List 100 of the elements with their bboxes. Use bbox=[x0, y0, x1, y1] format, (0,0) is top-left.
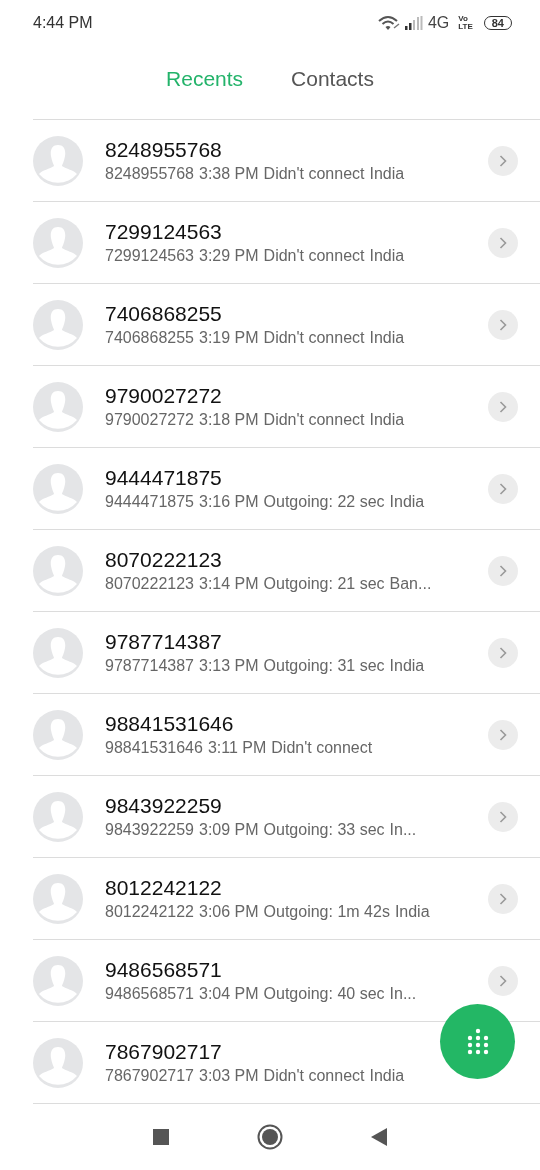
contact-name: 8012242122 bbox=[105, 876, 223, 900]
call-status: Outgoing: 40 sec bbox=[263, 985, 385, 1003]
contact-name: 9843922259 bbox=[105, 794, 223, 818]
call-status: Outgoing: 21 sec bbox=[263, 575, 385, 593]
details-button[interactable] bbox=[488, 309, 518, 340]
chevron-icon bbox=[499, 892, 507, 905]
details-button[interactable] bbox=[488, 555, 518, 586]
call-time: 3:13 PM bbox=[199, 657, 259, 675]
contact-name: 9486568571 bbox=[105, 958, 223, 982]
details-button[interactable] bbox=[488, 145, 518, 176]
contact-name: 9790027272 bbox=[105, 384, 223, 408]
call-number: 8012242122 bbox=[105, 903, 194, 921]
call-location: India bbox=[369, 411, 405, 429]
avatar-icon bbox=[33, 217, 83, 268]
chevron-icon bbox=[499, 810, 507, 823]
call-time: 3:16 PM bbox=[199, 493, 259, 511]
call-number: 98841531646 bbox=[105, 739, 203, 757]
details-button[interactable] bbox=[488, 391, 518, 422]
avatar-icon bbox=[33, 709, 83, 760]
call-number: 9486568571 bbox=[105, 985, 194, 1003]
call-time: 3:06 PM bbox=[199, 903, 259, 921]
avatar-icon bbox=[33, 627, 83, 678]
call-location: India bbox=[369, 165, 405, 183]
call-status: Outgoing: 22 sec bbox=[263, 493, 385, 511]
avatar-icon bbox=[33, 299, 83, 350]
call-time: 3:03 PM bbox=[199, 1067, 259, 1085]
call-location: India bbox=[394, 903, 430, 921]
status-time: 4:44 PM bbox=[33, 14, 93, 32]
call-location: India bbox=[369, 329, 405, 347]
contact-name: 7299124563 bbox=[105, 220, 223, 244]
avatar-icon bbox=[33, 873, 83, 924]
contact-name: 9787714387 bbox=[105, 630, 223, 654]
chevron-icon bbox=[499, 482, 507, 495]
avatar-icon bbox=[33, 545, 83, 596]
back-nav-icon[interactable] bbox=[370, 1127, 388, 1147]
avatar-icon bbox=[33, 791, 83, 842]
call-time: 3:11 PM bbox=[207, 739, 267, 757]
call-time: 3:09 PM bbox=[199, 821, 259, 839]
chevron-icon bbox=[499, 400, 507, 413]
call-time: 3:29 PM bbox=[199, 247, 259, 265]
chevron-icon bbox=[499, 728, 507, 741]
call-location: India bbox=[369, 247, 405, 265]
contact-name: 7867902717 bbox=[105, 1040, 223, 1064]
call-status: Didn't connect bbox=[263, 247, 365, 265]
details-button[interactable] bbox=[488, 883, 518, 914]
call-status: Didn't connect bbox=[263, 1067, 365, 1085]
details-button[interactable] bbox=[488, 227, 518, 258]
call-time: 3:04 PM bbox=[199, 985, 259, 1003]
chevron-icon bbox=[499, 564, 507, 577]
chevron-icon bbox=[499, 154, 507, 167]
contact-name: 98841531646 bbox=[105, 712, 235, 736]
call-location: Ban... bbox=[389, 575, 432, 593]
call-time: 3:14 PM bbox=[199, 575, 259, 593]
volte-indicator: Vo LTE bbox=[458, 15, 473, 31]
call-number: 7299124563 bbox=[105, 247, 194, 265]
call-status: Outgoing: 1m 42s bbox=[263, 903, 390, 921]
call-number: 8248955768 bbox=[105, 165, 194, 183]
details-button[interactable] bbox=[488, 801, 518, 832]
call-number: 9444471875 bbox=[105, 493, 194, 511]
avatar-icon bbox=[33, 135, 83, 186]
call-status: Didn't connect bbox=[263, 165, 365, 183]
call-location: India bbox=[369, 1067, 405, 1085]
details-button[interactable] bbox=[488, 719, 518, 750]
recents-nav-icon[interactable] bbox=[152, 1128, 170, 1146]
call-number: 8070222123 bbox=[105, 575, 194, 593]
call-location: In... bbox=[389, 985, 417, 1003]
call-number: 9790027272 bbox=[105, 411, 194, 429]
call-location: India bbox=[389, 493, 425, 511]
details-button[interactable] bbox=[488, 473, 518, 504]
call-status: Didn't connect bbox=[263, 411, 365, 429]
call-location: In... bbox=[389, 821, 417, 839]
contact-name: 9444471875 bbox=[105, 466, 223, 490]
avatar-icon bbox=[33, 955, 83, 1006]
call-time: 3:38 PM bbox=[199, 165, 259, 183]
contact-name: 8070222123 bbox=[105, 548, 223, 572]
wifi-icon bbox=[377, 15, 400, 31]
call-number: 9787714387 bbox=[105, 657, 194, 675]
call-time: 3:19 PM bbox=[199, 329, 259, 347]
avatar-icon bbox=[33, 381, 83, 432]
home-nav-icon[interactable] bbox=[257, 1124, 283, 1150]
call-number: 7867902717 bbox=[105, 1067, 194, 1085]
call-location: India bbox=[389, 657, 425, 675]
network-type: 4G bbox=[427, 14, 450, 32]
avatar-icon bbox=[33, 463, 83, 514]
chevron-icon bbox=[499, 974, 507, 987]
call-number: 9843922259 bbox=[105, 821, 194, 839]
call-status: Outgoing: 33 sec bbox=[263, 821, 385, 839]
signal-icon bbox=[404, 16, 423, 30]
call-status: Didn't connect bbox=[271, 739, 373, 757]
call-status: Didn't connect bbox=[263, 329, 365, 347]
contact-name: 7406868255 bbox=[105, 302, 223, 326]
contact-name: 8248955768 bbox=[105, 138, 223, 162]
call-number: 7406868255 bbox=[105, 329, 194, 347]
chevron-icon bbox=[499, 646, 507, 659]
details-button[interactable] bbox=[488, 965, 518, 996]
avatar-icon bbox=[33, 1037, 83, 1088]
tab[interactable]: Contacts bbox=[291, 66, 374, 91]
call-time: 3:18 PM bbox=[199, 411, 259, 429]
chevron-icon bbox=[499, 236, 507, 249]
details-button[interactable] bbox=[488, 637, 518, 668]
